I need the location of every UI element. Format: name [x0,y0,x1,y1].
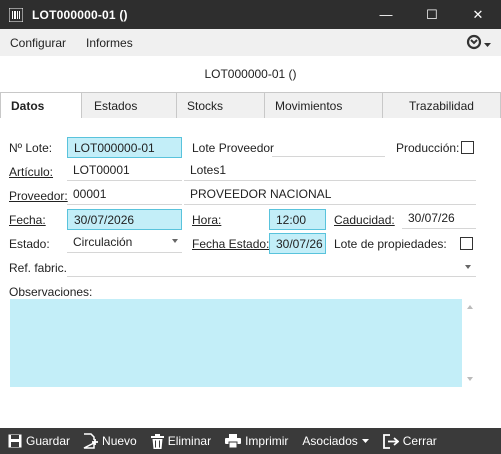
maximize-button[interactable]: ☐ [409,0,455,29]
trash-icon [150,433,164,449]
tab-stocks-label: Stocks [187,98,224,113]
menu-bar: Configurar Informes [0,29,501,56]
scroll-down-icon[interactable] [467,377,473,381]
window-title: LOT000000-01 () [32,7,128,22]
tab-movimientos-label: Movimientos [275,98,343,113]
proveedor-label[interactable]: Proveedor: [9,189,68,203]
no-lote-field[interactable]: LOT000000-01 [67,137,182,158]
articulo-name-field: Lotes1 [184,160,476,181]
proveedor-name-field: PROVEEDOR NACIONAL [184,184,476,205]
printer-icon [225,434,242,448]
chevron-down-icon [361,438,369,444]
close-button[interactable]: ✕ [455,0,501,29]
estado-value: Circulación [73,235,133,249]
document-title: LOT000000-01 () [204,67,297,81]
fecha-estado-field[interactable]: 30/07/26 [269,233,326,254]
observaciones-label: Observaciones: [9,285,93,299]
datos-form: Nº Lote: LOT000000-01 Lote Proveedor Pro… [0,118,501,428]
menu-configurar[interactable]: Configurar [0,36,76,50]
estado-label: Estado: [9,237,50,251]
fecha-estado-label[interactable]: Fecha Estado: [192,237,269,251]
tab-trazabilidad[interactable]: Trazabilidad [382,92,501,118]
settings-menu-button[interactable] [466,34,491,53]
save-icon [8,434,22,448]
new-document-icon [82,433,99,449]
articulo-label[interactable]: Artículo: [9,165,53,179]
asociados-button[interactable]: Asociados [302,434,369,448]
tab-stocks[interactable]: Stocks [176,92,265,118]
chevron-down-icon [172,239,178,243]
tab-estados[interactable]: Estados [81,92,177,118]
lote-propiedades-checkbox[interactable] [460,237,473,250]
guardar-label: Guardar [26,434,71,448]
proveedor-code-field[interactable]: 00001 [67,184,182,205]
minimize-button[interactable]: — [363,0,409,29]
nuevo-button[interactable]: Nuevo [82,433,137,449]
bottom-toolbar: Guardar Nuevo Eliminar Imprimir Asociado… [0,428,501,454]
scroll-up-icon[interactable] [467,305,473,309]
imprimir-label: Imprimir [245,434,289,448]
eliminar-button[interactable]: Eliminar [150,433,212,449]
tab-movimientos[interactable]: Movimientos [264,92,383,118]
observaciones-textarea[interactable] [10,299,462,387]
eliminar-label: Eliminar [167,434,212,448]
ref-fabric-label: Ref. fabric. [9,261,68,275]
ref-fabric-select[interactable] [67,256,476,277]
chevron-down-icon [484,37,491,51]
asociados-label: Asociados [302,434,358,448]
tab-datos[interactable]: Datos [0,92,82,119]
chevron-down-icon [465,265,471,269]
articulo-code-field[interactable]: LOT00001 [67,160,182,181]
menu-informes[interactable]: Informes [76,36,143,50]
imprimir-button[interactable]: Imprimir [225,434,288,448]
guardar-button[interactable]: Guardar [8,434,70,448]
title-bar: LOT000000-01 () — ☐ ✕ [0,0,501,29]
lote-propiedades-label: Lote de propiedades: [334,237,447,251]
cerrar-button[interactable]: Cerrar [382,433,437,449]
hora-field[interactable]: 12:00 [269,209,326,230]
nuevo-label: Nuevo [102,434,137,448]
tab-datos-label: Datos [11,98,45,113]
lote-proveedor-label: Lote Proveedor [192,141,275,155]
estado-select[interactable]: Circulación [67,232,182,253]
hora-label[interactable]: Hora: [192,213,221,227]
fecha-field[interactable]: 30/07/2026 [67,209,182,230]
produccion-checkbox[interactable] [461,141,474,154]
produccion-label: Producción: [396,141,460,155]
no-lote-label: Nº Lote: [9,141,53,155]
tab-trazabilidad-label: Trazabilidad [409,98,474,113]
observaciones-scrollbar[interactable] [462,299,478,387]
document-header: LOT000000-01 () [0,56,501,92]
lote-proveedor-field[interactable] [272,136,385,157]
refresh-circle-icon [466,34,482,53]
barcode-icon [8,7,24,23]
cerrar-label: Cerrar [402,434,437,448]
tab-strip: Datos Estados Stocks Movimientos Trazabi… [0,92,501,119]
caducidad-field[interactable]: 30/07/26 [402,208,476,229]
exit-icon [382,433,399,449]
fecha-label[interactable]: Fecha: [9,213,46,227]
caducidad-label[interactable]: Caducidad: [334,213,395,227]
tab-estados-label: Estados [94,98,138,113]
